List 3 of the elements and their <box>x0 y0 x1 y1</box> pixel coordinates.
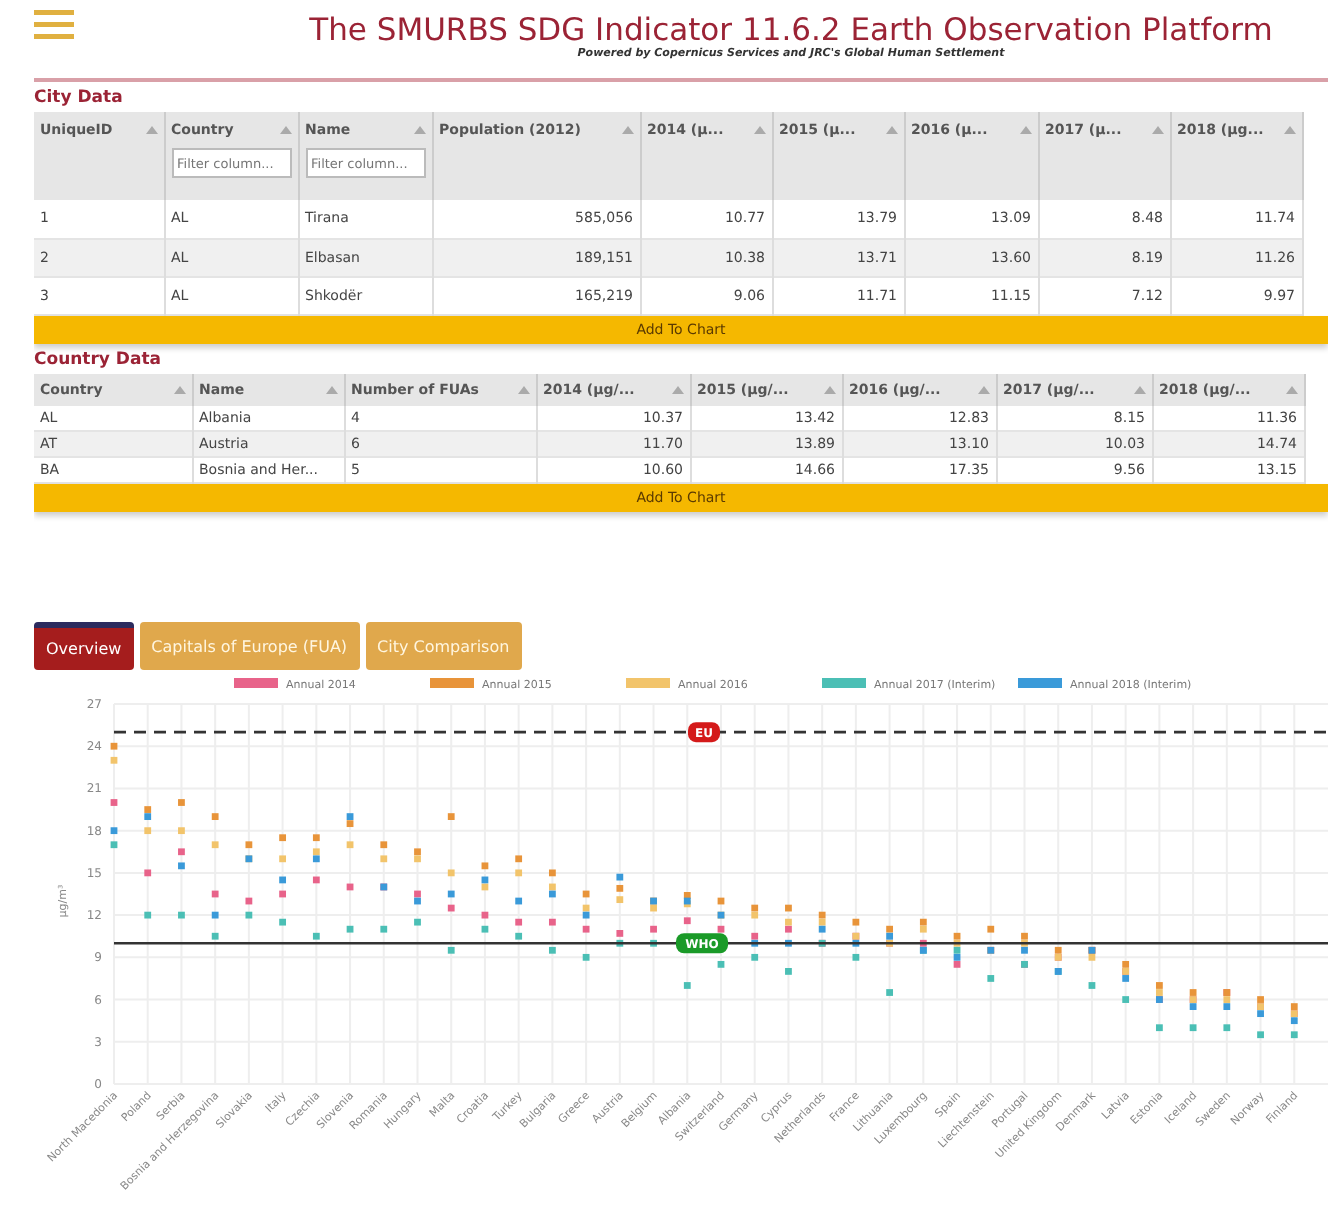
section-heading: City Data <box>34 86 125 112</box>
page-title: The SMURBS SDG Indicator 11.6.2 Earth Observation Platform <box>309 12 1273 48</box>
section-heading: Country Data <box>34 347 164 373</box>
